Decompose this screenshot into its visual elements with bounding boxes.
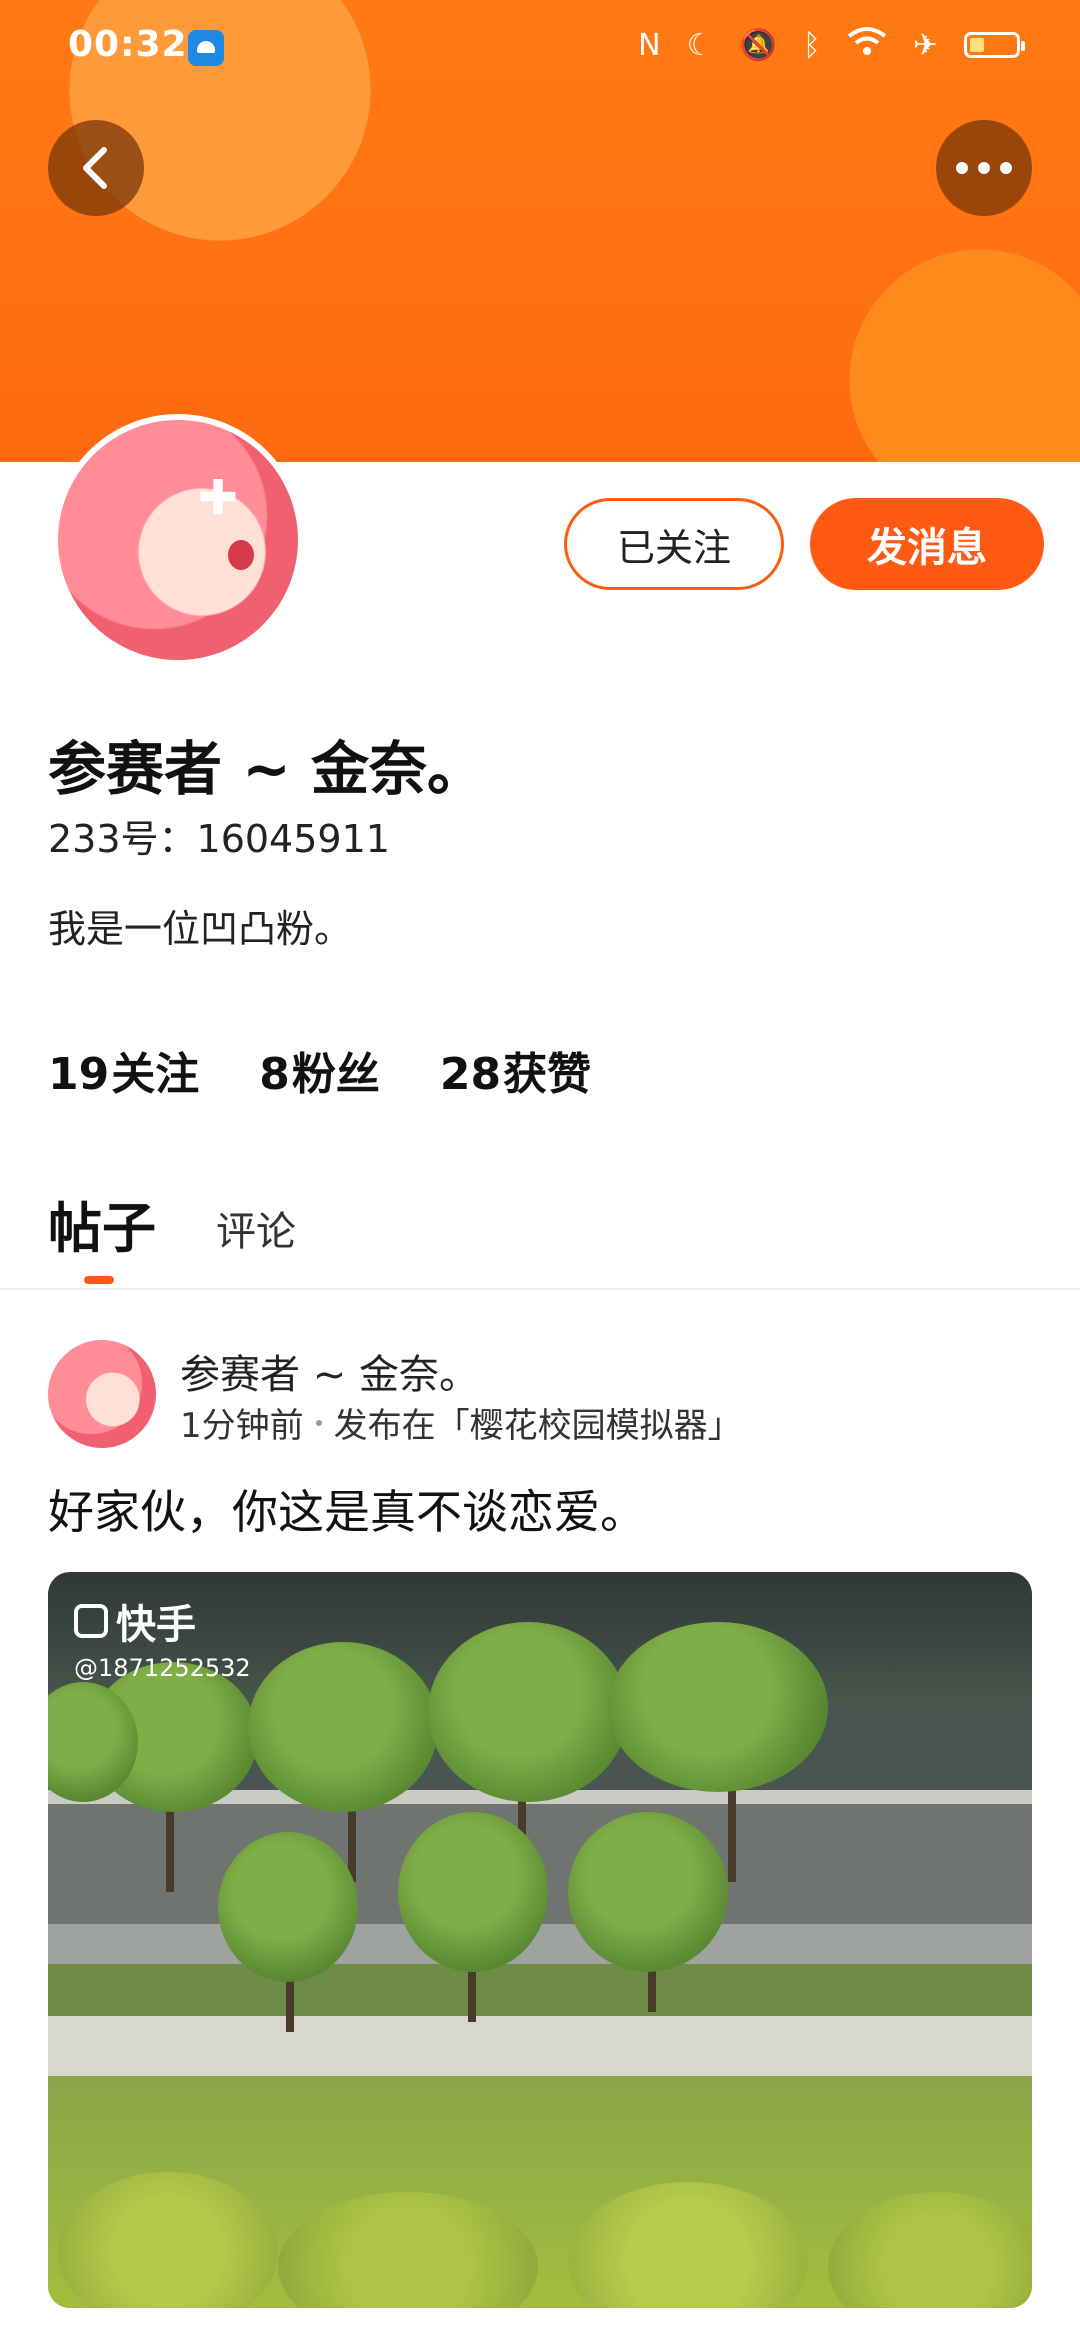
stat-following-label: 关注 bbox=[111, 1049, 200, 1100]
post-time: 1分钟前 bbox=[180, 1406, 304, 1446]
video-tree bbox=[568, 1812, 728, 1972]
video-user-id: @1871252532 bbox=[74, 1654, 251, 1682]
followed-button[interactable]: 已关注 bbox=[564, 498, 784, 590]
video-tree bbox=[248, 1642, 438, 1812]
airplane-icon: ✈ bbox=[912, 27, 938, 63]
post-author-name[interactable]: 参赛者 ~ 金奈。 bbox=[180, 1342, 479, 1400]
stat-followers[interactable]: 8粉丝 bbox=[259, 1038, 380, 1102]
hair-clip-icon: ✚ bbox=[198, 470, 239, 526]
post-published-in[interactable]: 发布在「樱花校园模拟器」 bbox=[334, 1398, 742, 1447]
chevron-left-icon bbox=[83, 147, 107, 189]
avatar-image: ✚ bbox=[58, 420, 298, 660]
status-icons: N ☾ 🔕 ᛒ ✈ bbox=[638, 26, 1025, 64]
stat-followers-count: 8 bbox=[259, 1049, 290, 1100]
video-hedge bbox=[48, 1964, 1032, 2016]
profile-nickname: 参赛者 ~ 金奈。 bbox=[48, 735, 485, 803]
profile-tabs: 帖子 评论 bbox=[48, 1184, 296, 1284]
stat-following[interactable]: 19关注 bbox=[48, 1038, 199, 1102]
video-watermark-text: 快手 bbox=[116, 1602, 196, 1648]
tab-posts[interactable]: 帖子 bbox=[48, 1184, 156, 1284]
video-tree bbox=[398, 1812, 548, 1972]
stat-following-count: 19 bbox=[48, 1049, 110, 1100]
send-message-button[interactable]: 发消息 bbox=[810, 498, 1044, 590]
status-bar: 00:32 N ☾ 🔕 ᛒ ✈ bbox=[0, 0, 1080, 96]
status-time: 00:32 bbox=[68, 24, 188, 65]
mute-icon: 🔕 bbox=[739, 27, 777, 63]
stat-likes-label: 获赞 bbox=[503, 1049, 592, 1100]
video-tree bbox=[218, 1832, 358, 1982]
kuaishou-logo-icon bbox=[74, 1604, 108, 1638]
video-tree bbox=[608, 1622, 828, 1792]
video-fence bbox=[48, 1924, 1032, 1964]
stat-likes-count: 28 bbox=[439, 1049, 502, 1100]
post-meta: 1分钟前 发布在「樱花校园模拟器」 bbox=[180, 1398, 742, 1447]
avatar[interactable]: ✚ bbox=[52, 414, 304, 666]
stat-followers-label: 粉丝 bbox=[291, 1049, 380, 1100]
back-button[interactable] bbox=[48, 120, 144, 216]
wifi-icon bbox=[847, 26, 887, 64]
tabs-divider bbox=[0, 1288, 1080, 1290]
moon-icon: ☾ bbox=[686, 27, 714, 63]
post-text[interactable]: 好家伙，你这是真不谈恋爱。 bbox=[48, 1476, 646, 1542]
app-notification-icon bbox=[188, 30, 224, 66]
avatar-eye bbox=[228, 540, 254, 570]
profile-bio: 我是一位凹凸粉。 bbox=[48, 907, 353, 951]
meta-dot bbox=[315, 1419, 322, 1426]
video-watermark: 快手 bbox=[74, 1592, 196, 1650]
tab-comments[interactable]: 评论 bbox=[216, 1199, 296, 1263]
battery-icon bbox=[964, 32, 1025, 58]
profile-stats: 19关注 8粉丝 28获赞 bbox=[48, 1038, 591, 1102]
video-tree bbox=[428, 1622, 628, 1802]
post-author-avatar[interactable] bbox=[48, 1340, 156, 1448]
more-button[interactable] bbox=[936, 120, 1032, 216]
stat-likes[interactable]: 28获赞 bbox=[440, 1038, 591, 1102]
video-sidewalk bbox=[48, 2016, 1032, 2076]
more-dots-icon bbox=[956, 162, 1012, 174]
profile-uid: 233号：16045911 bbox=[48, 817, 390, 861]
post-video[interactable]: 快手 @1871252532 bbox=[48, 1572, 1032, 2308]
bluetooth-icon: ᛒ bbox=[802, 27, 821, 63]
nfc-icon: N bbox=[638, 27, 661, 63]
